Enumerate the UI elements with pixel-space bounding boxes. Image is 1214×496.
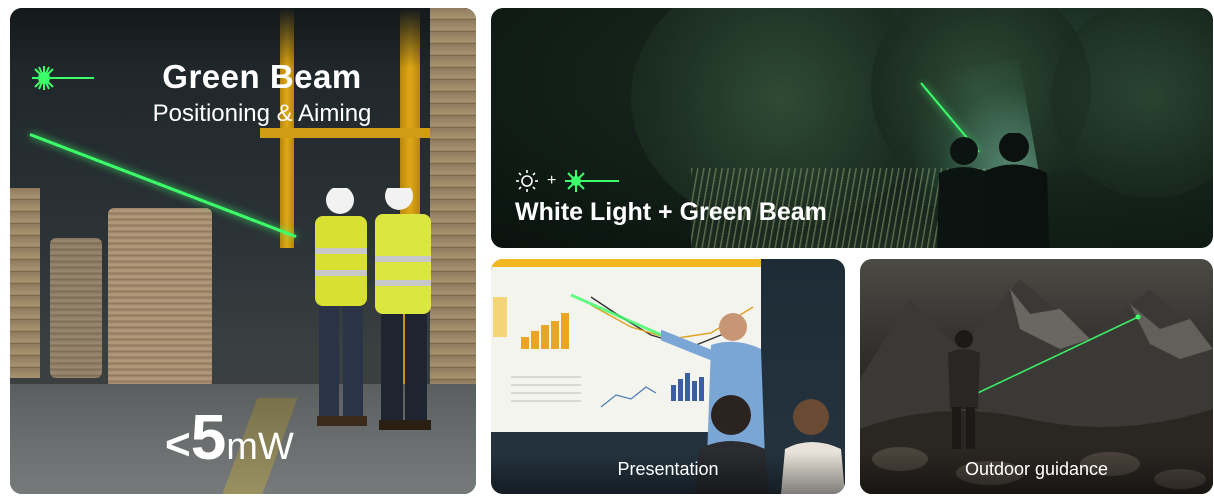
tree — [1051, 8, 1213, 198]
outdoor-guidance-card: Outdoor guidance — [860, 259, 1213, 494]
presentation-card: Presentation — [491, 259, 845, 494]
people-silhouettes — [937, 133, 1049, 248]
paper-roll — [108, 208, 212, 388]
cardboard-stack — [10, 188, 40, 378]
green-beam-card: Green Beam Positioning & Aiming <5mW — [10, 8, 476, 494]
yellow-rail — [260, 128, 430, 138]
green-laser-burst-icon — [565, 170, 620, 192]
card-caption: Presentation — [617, 459, 719, 479]
card-label: White Light + Green Beam — [515, 198, 827, 226]
card-caption: Outdoor guidance — [964, 459, 1109, 479]
workers-illustration — [315, 188, 431, 430]
power-unit: mW — [226, 426, 294, 468]
card-subtitle: Positioning & Aiming — [152, 100, 372, 127]
power-value: 5 — [190, 401, 227, 473]
paper-roll — [50, 238, 102, 378]
sun-icon — [516, 170, 538, 192]
white-light-green-beam-card: + White Light + Green Beam — [491, 8, 1213, 248]
plus-sign: + — [547, 172, 557, 189]
card-title: Green Beam — [162, 58, 362, 95]
power-prefix: < — [165, 420, 191, 469]
feature-icons: + — [515, 168, 620, 194]
green-laser-burst-icon — [32, 66, 94, 90]
power-rating: <5mW — [165, 400, 294, 474]
